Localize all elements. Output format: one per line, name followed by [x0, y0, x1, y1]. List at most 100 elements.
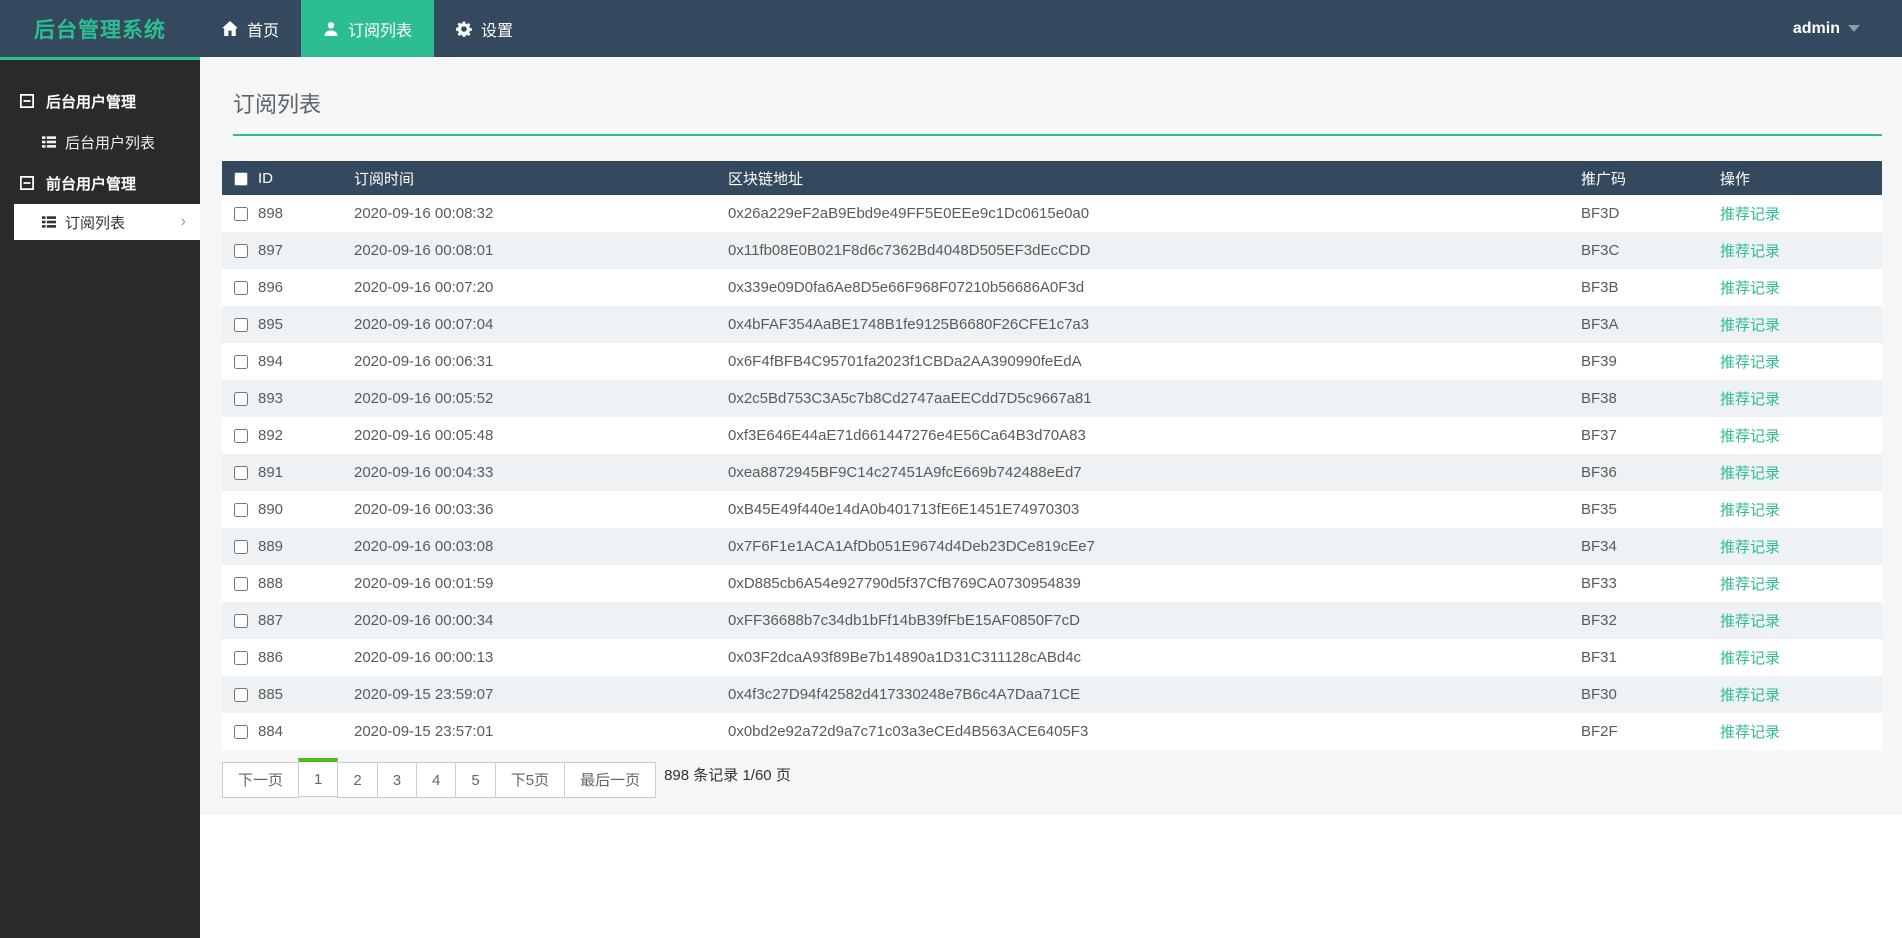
- table-row: 888 2020-09-16 00:01:59 0xD885cb6A54e927…: [222, 565, 1882, 602]
- sidebar-item-label: 后台用户列表: [65, 134, 156, 152]
- cell-subscribe-time: 2020-09-16 00:08:32: [354, 205, 494, 222]
- cell-promo-code: BF3D: [1581, 205, 1620, 222]
- cell-id: 892: [258, 427, 284, 444]
- row-checkbox[interactable]: [234, 503, 248, 518]
- row-checkbox[interactable]: [234, 392, 248, 407]
- sidebar-item-backend-user-list[interactable]: 后台用户列表: [0, 122, 200, 162]
- row-checkbox[interactable]: [234, 688, 248, 703]
- row-checkbox[interactable]: [234, 281, 248, 296]
- referral-records-link[interactable]: 推荐记录: [1720, 280, 1780, 297]
- row-checkbox[interactable]: [234, 540, 248, 555]
- minus-square-icon: [20, 176, 34, 190]
- cell-subscribe-time: 2020-09-16 00:03:36: [354, 501, 494, 518]
- row-checkbox[interactable]: [234, 577, 248, 592]
- cell-promo-code: BF36: [1581, 464, 1617, 481]
- cell-subscribe-time: 2020-09-16 00:03:08: [354, 538, 494, 555]
- cell-blockchain-address: 0x2c5Bd753C3A5c7b8Cd2747aaEECdd7D5c9667a…: [728, 390, 1092, 407]
- row-checkbox[interactable]: [234, 429, 248, 444]
- cell-blockchain-address: 0x11fb08E0B021F8d6c7362Bd4048D505EF3dEcC…: [728, 242, 1091, 259]
- chevron-right-icon: ›: [180, 213, 186, 230]
- table-row: 896 2020-09-16 00:07:20 0x339e09D0fa6Ae8…: [222, 269, 1882, 306]
- cell-id: 894: [258, 353, 284, 370]
- cell-subscribe-time: 2020-09-16 00:07:04: [354, 316, 494, 333]
- row-checkbox[interactable]: [234, 207, 248, 222]
- table-row: 892 2020-09-16 00:05:48 0xf3E646E44aE71d…: [222, 417, 1882, 454]
- cell-promo-code: BF3C: [1581, 242, 1620, 259]
- referral-records-link[interactable]: 推荐记录: [1720, 465, 1780, 482]
- referral-records-link[interactable]: 推荐记录: [1720, 391, 1780, 408]
- row-checkbox[interactable]: [234, 466, 248, 481]
- pagination-button-3[interactable]: 3: [376, 762, 418, 798]
- cell-promo-code: BF33: [1581, 575, 1617, 592]
- row-checkbox[interactable]: [234, 355, 248, 370]
- referral-records-link[interactable]: 推荐记录: [1720, 687, 1780, 704]
- nav-item-settings[interactable]: 设置: [434, 0, 535, 57]
- referral-records-link[interactable]: 推荐记录: [1720, 243, 1780, 260]
- pagination-button-下一页[interactable]: 下一页: [222, 762, 300, 798]
- user-menu[interactable]: admin: [1793, 0, 1860, 57]
- cell-id: 891: [258, 464, 284, 481]
- referral-records-link[interactable]: 推荐记录: [1720, 502, 1780, 519]
- pagination-button-5[interactable]: 5: [455, 762, 496, 798]
- referral-records-link[interactable]: 推荐记录: [1720, 317, 1780, 334]
- cell-id: 889: [258, 538, 284, 555]
- cell-id: 884: [258, 723, 284, 740]
- minus-square-icon: [20, 94, 34, 108]
- referral-records-link[interactable]: 推荐记录: [1720, 650, 1780, 667]
- cell-id: 893: [258, 390, 284, 407]
- cell-blockchain-address: 0x26a229eF2aB9Ebd9e49FF5E0EEe9c1Dc0615e0…: [728, 205, 1090, 222]
- list-icon: [42, 136, 56, 148]
- select-all-checkbox[interactable]: [234, 171, 248, 186]
- cell-blockchain-address: 0x4bFAF354AaBE1748B1fe9125B6680F26CFE1c7…: [728, 316, 1090, 333]
- nav-item-home[interactable]: 首页: [200, 0, 301, 57]
- row-checkbox[interactable]: [234, 318, 248, 333]
- list-icon: [42, 216, 56, 228]
- cell-subscribe-time: 2020-09-16 00:05:52: [354, 390, 494, 407]
- pagination-button-最后一页[interactable]: 最后一页: [564, 762, 657, 798]
- table-row: 894 2020-09-16 00:06:31 0x6F4fBFB4C95701…: [222, 343, 1882, 380]
- table-row: 887 2020-09-16 00:00:34 0xFF36688b7c34db…: [222, 602, 1882, 639]
- referral-records-link[interactable]: 推荐记录: [1720, 206, 1780, 223]
- referral-records-link[interactable]: 推荐记录: [1720, 354, 1780, 371]
- cell-promo-code: BF3A: [1581, 316, 1619, 333]
- cell-blockchain-address: 0x339e09D0fa6Ae8D5e66F968F07210b56686A0F…: [728, 279, 1085, 296]
- pagination-button-4[interactable]: 4: [416, 762, 457, 798]
- column-header-address: 区块链地址: [728, 170, 804, 188]
- cell-promo-code: BF35: [1581, 501, 1617, 518]
- sidebar-group-label: 后台用户管理: [46, 93, 137, 111]
- pagination-button-2[interactable]: 2: [337, 762, 378, 798]
- sidebar-group-label: 前台用户管理: [46, 175, 137, 193]
- pagination-button-1[interactable]: 1: [298, 758, 339, 797]
- column-header-code: 推广码: [1581, 170, 1627, 188]
- pagination-button-下5页[interactable]: 下5页: [494, 762, 566, 798]
- cell-subscribe-time: 2020-09-15 23:57:01: [354, 723, 494, 740]
- row-checkbox[interactable]: [234, 725, 248, 740]
- nav-item-label: 首页: [247, 22, 280, 40]
- cell-id: 887: [258, 612, 284, 629]
- referral-records-link[interactable]: 推荐记录: [1720, 539, 1780, 556]
- cell-blockchain-address: 0xf3E646E44aE71d661447276e4E56Ca64B3d70A…: [728, 427, 1086, 444]
- sidebar-group-frontend-users[interactable]: 前台用户管理: [0, 162, 200, 204]
- cell-subscribe-time: 2020-09-16 00:04:33: [354, 464, 494, 481]
- cell-blockchain-address: 0x03F2dcaA93f89Be7b14890a1D31C311128cABd…: [728, 649, 1082, 666]
- referral-records-link[interactable]: 推荐记录: [1720, 724, 1780, 741]
- cell-subscribe-time: 2020-09-16 00:06:31: [354, 353, 494, 370]
- referral-records-link[interactable]: 推荐记录: [1720, 613, 1780, 630]
- table-row: 891 2020-09-16 00:04:33 0xea8872945BF9C1…: [222, 454, 1882, 491]
- cell-promo-code: BF37: [1581, 427, 1617, 444]
- sidebar-group-backend-users[interactable]: 后台用户管理: [0, 80, 200, 122]
- row-checkbox[interactable]: [234, 614, 248, 629]
- row-checkbox[interactable]: [234, 244, 248, 259]
- nav-item-subscriptions[interactable]: 订阅列表: [301, 0, 435, 57]
- nav-item-label: 设置: [481, 22, 514, 40]
- user-icon: [324, 21, 338, 36]
- main-nav: 首页 订阅列表 设置: [200, 0, 535, 57]
- cell-promo-code: BF3B: [1581, 279, 1619, 296]
- cell-blockchain-address: 0x0bd2e92a72d9a7c71c03a3eCEd4B563ACE6405…: [728, 723, 1089, 740]
- referral-records-link[interactable]: 推荐记录: [1720, 576, 1780, 593]
- sidebar-item-label: 订阅列表: [65, 214, 126, 232]
- referral-records-link[interactable]: 推荐记录: [1720, 428, 1780, 445]
- record-count-summary: 898 条记录 1/60 页: [664, 767, 791, 784]
- sidebar-item-subscription-list[interactable]: 订阅列表 ›: [14, 204, 200, 240]
- row-checkbox[interactable]: [234, 651, 248, 666]
